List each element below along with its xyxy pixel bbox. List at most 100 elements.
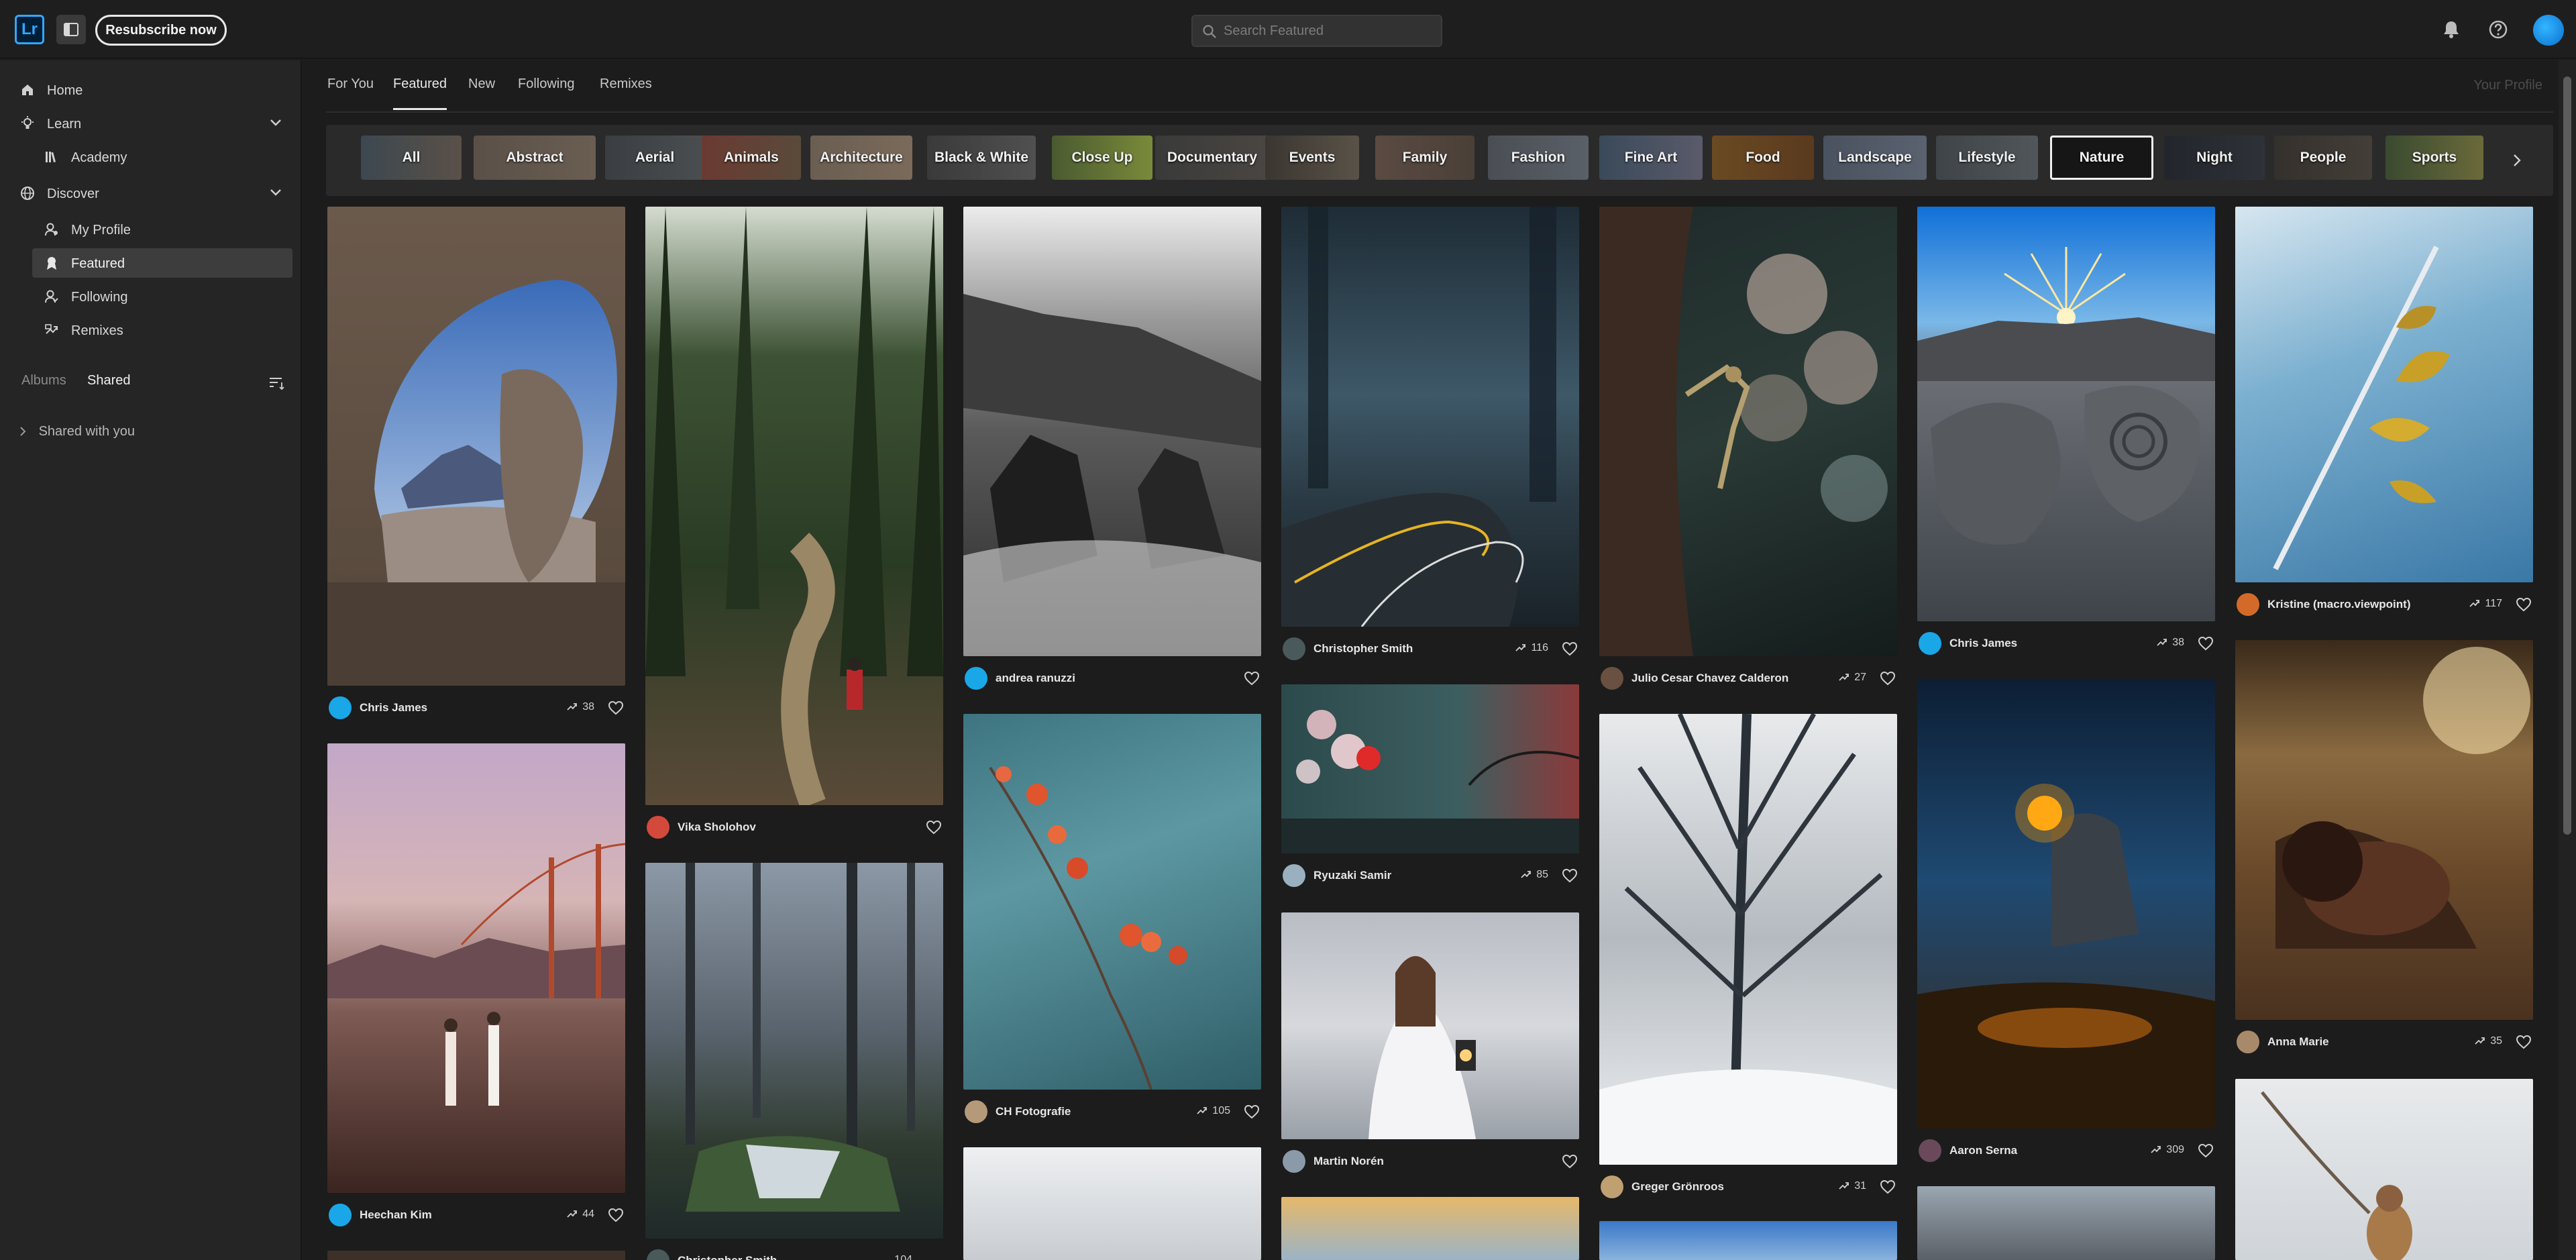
author-avatar[interactable]: [1283, 1150, 1305, 1173]
sidebar-item-following[interactable]: Following: [0, 282, 302, 311]
heart-icon[interactable]: [2198, 1143, 2214, 1158]
your-profile-link[interactable]: Your Profile: [2473, 78, 2542, 93]
heart-icon[interactable]: [1562, 641, 1578, 656]
vertical-scrollbar[interactable]: [2559, 60, 2576, 1260]
author-name[interactable]: Aaron Serna: [1949, 1144, 2017, 1157]
remix-count[interactable]: 38: [2156, 637, 2184, 649]
heart-icon[interactable]: [1562, 868, 1578, 883]
remix-count[interactable]: 44: [566, 1208, 594, 1220]
category-chip-night[interactable]: Night: [2164, 136, 2265, 180]
author-avatar[interactable]: [965, 1100, 987, 1123]
photo-card-image[interactable]: [2235, 1079, 2533, 1260]
chevron-down-icon[interactable]: [270, 188, 282, 197]
heart-icon[interactable]: [1880, 671, 1896, 686]
remix-count[interactable]: 35: [2474, 1035, 2502, 1047]
heart-icon[interactable]: [2516, 597, 2532, 612]
remix-count[interactable]: 117: [2469, 598, 2502, 610]
photo-card-image[interactable]: [327, 743, 625, 1193]
sidebar-item-featured[interactable]: Featured: [0, 248, 302, 278]
photo-card-image[interactable]: [645, 207, 943, 805]
author-avatar[interactable]: [1601, 1175, 1623, 1198]
author-avatar[interactable]: [329, 1204, 352, 1226]
author-avatar[interactable]: [965, 667, 987, 690]
tab-following[interactable]: Following: [518, 76, 574, 110]
sidebar-item-academy[interactable]: Academy: [0, 142, 302, 172]
category-chip-black-white[interactable]: Black & White: [927, 136, 1036, 180]
sidebar-item-remixes[interactable]: Remixes: [0, 315, 302, 345]
category-chip-events[interactable]: Events: [1265, 136, 1359, 180]
category-chip-abstract[interactable]: Abstract: [474, 136, 596, 180]
author-name[interactable]: andrea ranuzzi: [996, 672, 1075, 685]
search-bar[interactable]: [1191, 15, 1442, 47]
scrollbar-thumb[interactable]: [2563, 76, 2571, 835]
category-chip-lifestyle[interactable]: Lifestyle: [1936, 136, 2038, 180]
author-name[interactable]: Kristine (macro.viewpoint): [2267, 598, 2410, 611]
category-chip-documentary[interactable]: Documentary: [1155, 136, 1269, 180]
author-avatar[interactable]: [2237, 1031, 2259, 1053]
photo-card-image[interactable]: [1281, 1197, 1579, 1260]
category-chip-all[interactable]: All: [361, 136, 462, 180]
category-chip-fine-art[interactable]: Fine Art: [1599, 136, 1703, 180]
remix-count[interactable]: 104: [894, 1254, 912, 1260]
category-chip-architecture[interactable]: Architecture: [810, 136, 912, 180]
category-chip-food[interactable]: Food: [1712, 136, 1814, 180]
remix-count[interactable]: 31: [1838, 1180, 1866, 1192]
author-name[interactable]: Vika Sholohov: [678, 821, 756, 834]
sidebar-item-my-profile[interactable]: My Profile: [0, 215, 302, 244]
photo-card-image[interactable]: [1917, 679, 2215, 1128]
category-chip-landscape[interactable]: Landscape: [1823, 136, 1927, 180]
photo-card-image[interactable]: [963, 207, 1261, 656]
shared-tab[interactable]: Shared: [87, 373, 131, 388]
author-avatar[interactable]: [647, 816, 669, 839]
albums-tab[interactable]: Albums: [21, 373, 66, 388]
category-chip-animals[interactable]: Animals: [702, 136, 801, 180]
user-avatar[interactable]: [2533, 15, 2564, 46]
author-name[interactable]: Christopher Smith: [678, 1254, 777, 1260]
heart-icon[interactable]: [608, 1208, 624, 1222]
remix-count[interactable]: 309: [2150, 1144, 2184, 1156]
help-icon[interactable]: [2486, 17, 2510, 42]
tab-featured[interactable]: Featured: [393, 76, 447, 110]
chevron-right-icon[interactable]: [2512, 153, 2522, 168]
category-chip-people[interactable]: People: [2274, 136, 2372, 180]
author-name[interactable]: Julio Cesar Chavez Calderon: [1631, 672, 1788, 685]
heart-icon[interactable]: [1244, 671, 1260, 686]
remix-count[interactable]: 105: [1196, 1105, 1230, 1117]
photo-card-image[interactable]: [327, 207, 625, 686]
category-chip-nature[interactable]: Nature: [2050, 136, 2153, 180]
author-avatar[interactable]: [647, 1249, 669, 1260]
author-avatar[interactable]: [2237, 593, 2259, 616]
category-chip-aerial[interactable]: Aerial: [605, 136, 704, 180]
author-name[interactable]: Chris James: [1949, 637, 2017, 650]
tab-new[interactable]: New: [468, 76, 495, 110]
category-chip-fashion[interactable]: Fashion: [1488, 136, 1589, 180]
photo-card-image[interactable]: [1281, 684, 1579, 853]
remix-count[interactable]: 116: [1515, 642, 1548, 654]
chevron-down-icon[interactable]: [270, 118, 282, 127]
photo-card-image[interactable]: [963, 1147, 1261, 1260]
author-name[interactable]: Heechan Kim: [360, 1208, 432, 1222]
author-avatar[interactable]: [1601, 667, 1623, 690]
heart-icon[interactable]: [2516, 1035, 2532, 1049]
search-input[interactable]: [1224, 21, 1432, 40]
tab-for-you[interactable]: For You: [327, 76, 374, 110]
tab-remixes[interactable]: Remixes: [600, 76, 652, 110]
author-name[interactable]: Ryuzaki Samir: [1313, 869, 1391, 882]
heart-icon[interactable]: [608, 700, 624, 715]
photo-card-image[interactable]: [1917, 207, 2215, 621]
heart-icon[interactable]: [2198, 636, 2214, 651]
sidebar-item-home[interactable]: Home: [0, 75, 302, 105]
sidebar-item-learn[interactable]: Learn: [0, 109, 302, 138]
author-avatar[interactable]: [1283, 637, 1305, 660]
photo-card-image[interactable]: [1281, 207, 1579, 627]
photo-card-image[interactable]: [327, 1251, 625, 1260]
category-chip-sports[interactable]: Sports: [2385, 136, 2483, 180]
photo-card-image[interactable]: [2235, 640, 2533, 1020]
author-avatar[interactable]: [329, 696, 352, 719]
photo-card-image[interactable]: [2235, 207, 2533, 582]
photo-card-image[interactable]: [1599, 207, 1897, 656]
remix-count[interactable]: 38: [566, 701, 594, 713]
lightroom-logo[interactable]: Lr: [15, 15, 44, 44]
category-chip-family[interactable]: Family: [1375, 136, 1474, 180]
author-name[interactable]: Christopher Smith: [1313, 642, 1413, 655]
